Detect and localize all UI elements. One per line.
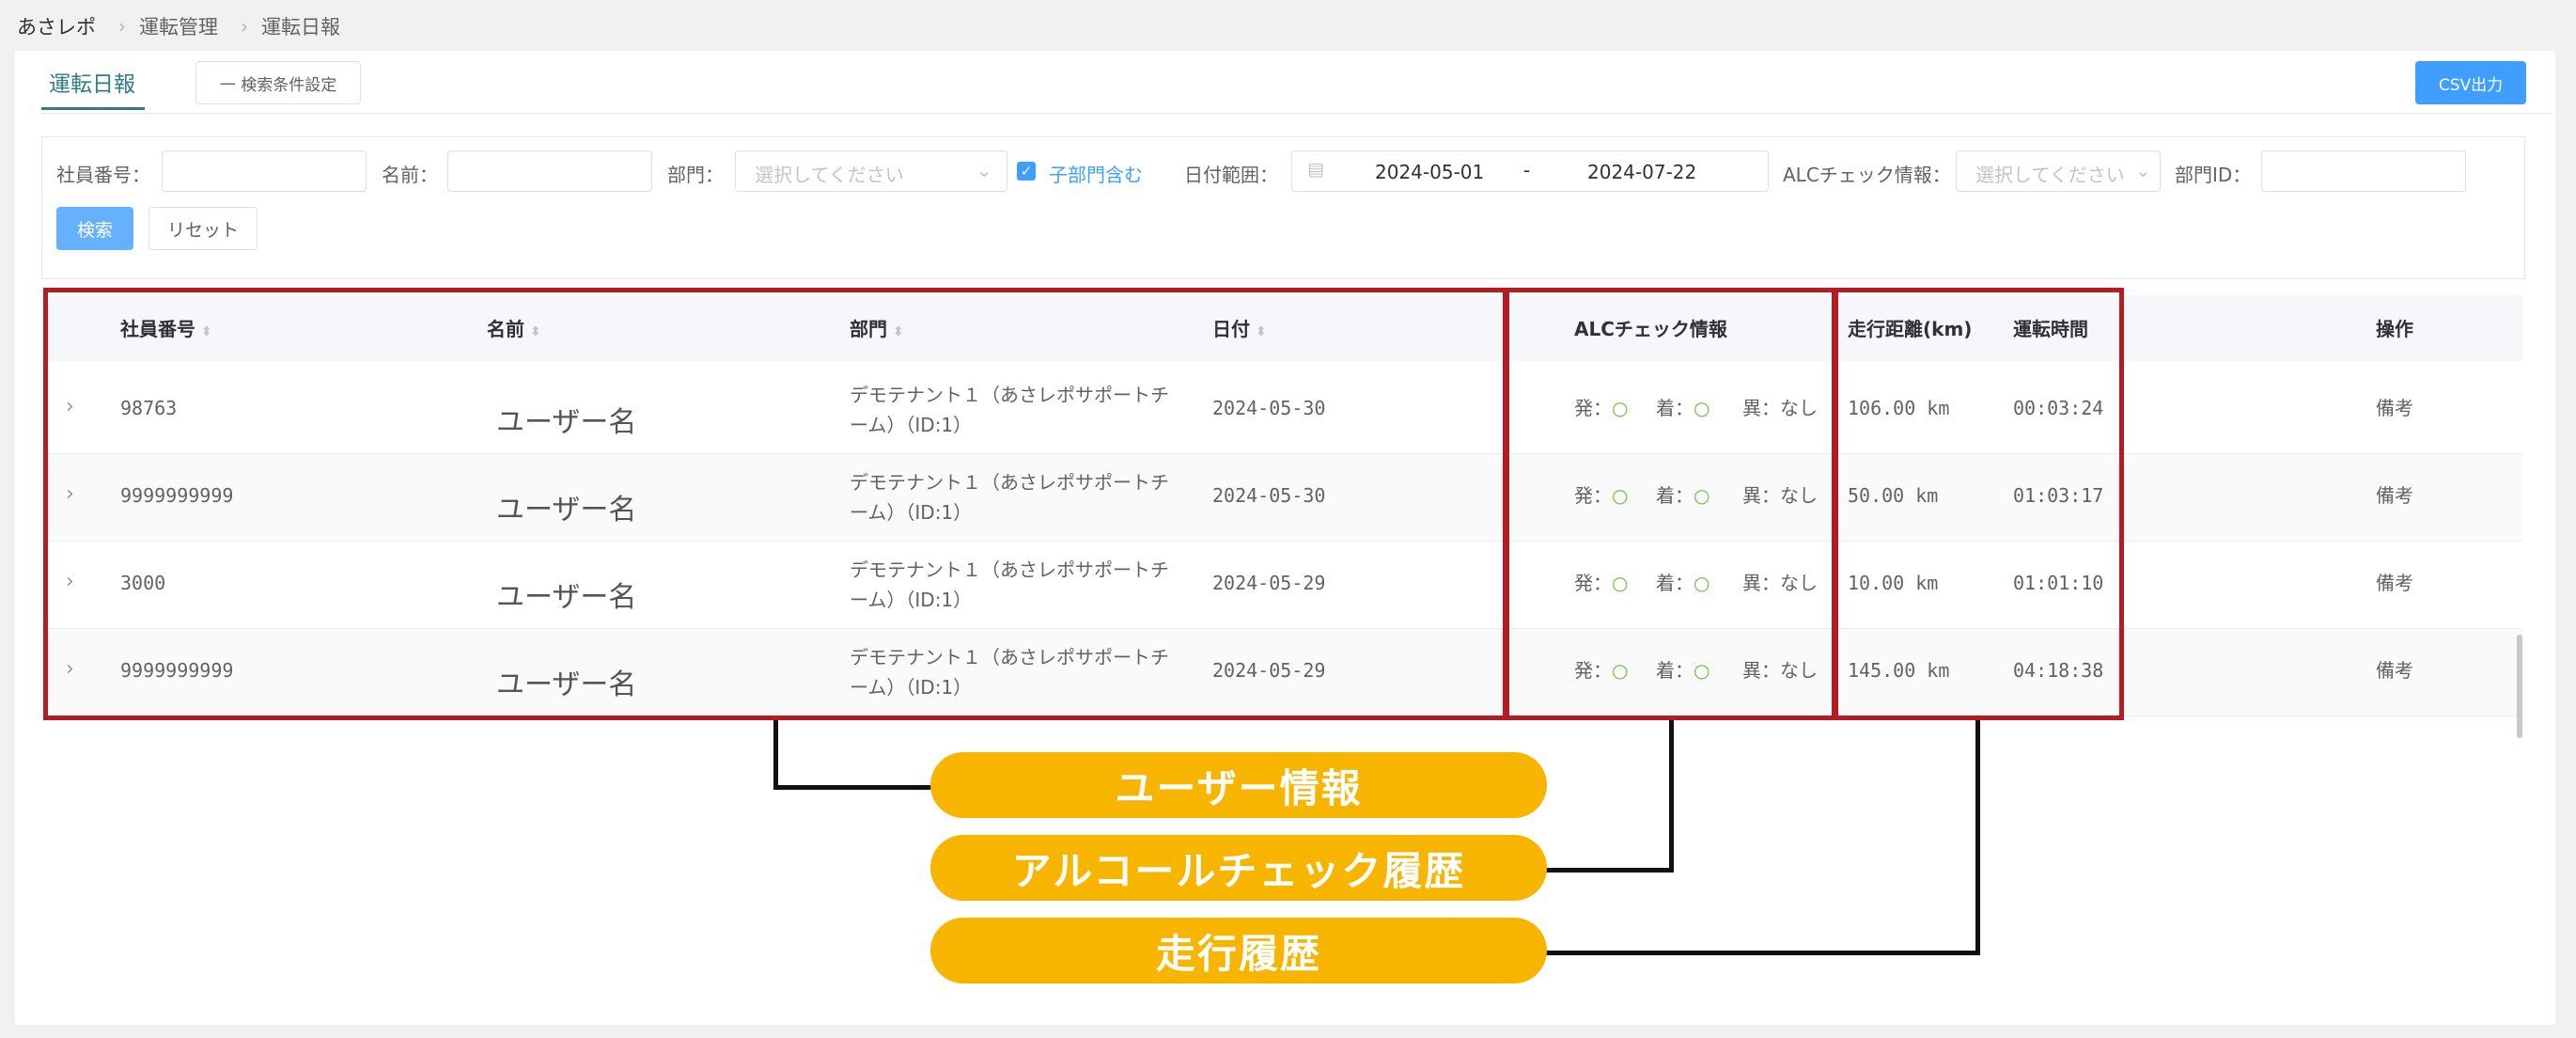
search-settings-button[interactable]: 一 検索条件設定 [195, 61, 361, 104]
note-link[interactable]: 備考 [2376, 568, 2413, 598]
highlight-user-info [43, 288, 1509, 720]
dept-select[interactable]: 選択してください ⌄ [735, 150, 1007, 192]
name-label: 名前： [382, 164, 438, 186]
breadcrumb-item-daily-report: 運転日報 [261, 16, 340, 39]
dept-label: 部門： [667, 164, 724, 186]
breadcrumb-item-home[interactable]: あさレポ [17, 12, 96, 40]
callout-alc-history: アルコールチェック履歴 [930, 835, 1547, 901]
calendar-icon: ▤ [1307, 159, 1324, 180]
connector-line [1669, 720, 1674, 873]
date-range-separator: - [1523, 159, 1531, 181]
date-range-picker[interactable]: ▤ 2024-05-01 - 2024-07-22 [1291, 150, 1769, 192]
check-icon: ✓ [1020, 163, 1033, 180]
chevron-down-icon: ⌄ [2131, 159, 2151, 181]
note-link[interactable]: 備考 [2376, 393, 2413, 423]
reset-button[interactable]: リセット [148, 207, 258, 250]
connector-line [1541, 868, 1674, 873]
alc-select[interactable]: 選択してください ⌄ [1956, 150, 2161, 192]
col-actions: 操作 [2376, 318, 2413, 340]
note-link[interactable]: 備考 [2376, 655, 2413, 685]
callout-drive-history: 走行履歴 [930, 918, 1547, 983]
note-link[interactable]: 備考 [2376, 480, 2413, 511]
callout-user-info: ユーザー情報 [930, 752, 1547, 818]
tab-active-indicator [41, 107, 145, 110]
breadcrumb: あさレポ › 運転管理 › 運転日報 [17, 9, 340, 43]
alc-label: ALCチェック情報： [1783, 164, 1951, 186]
include-sub-label[interactable]: 子部門含む [1049, 160, 1143, 187]
alc-placeholder: 選択してください [1975, 164, 2125, 186]
tab-daily-report[interactable]: 運転日報 [49, 66, 135, 98]
dept-id-label: 部門ID： [2175, 164, 2252, 186]
employee-no-input[interactable] [162, 150, 367, 192]
search-button[interactable]: 検索 [56, 207, 133, 250]
table-scrollbar[interactable] [2517, 635, 2522, 738]
chevron-right-icon: › [118, 15, 126, 38]
tabs-divider [41, 113, 2551, 114]
chevron-right-icon: › [241, 15, 248, 38]
date-end[interactable]: 2024-07-22 [1587, 161, 1696, 183]
connector-line [773, 785, 933, 790]
date-range-label: 日付範囲： [1184, 164, 1278, 186]
date-start[interactable]: 2024-05-01 [1375, 161, 1484, 183]
connector-line [773, 720, 778, 790]
csv-export-button[interactable]: CSV出力 [2415, 61, 2526, 104]
highlight-alc-history [1503, 288, 1838, 720]
connector-line [1541, 951, 1980, 955]
dept-placeholder: 選択してください [755, 164, 904, 186]
breadcrumb-item-operation[interactable]: 運転管理 [139, 12, 218, 40]
chevron-down-icon: ⌄ [976, 159, 992, 181]
highlight-drive-history [1832, 288, 2124, 720]
include-sub-checkbox[interactable]: ✓ [1017, 162, 1036, 181]
connector-line [1975, 720, 1980, 955]
employee-no-label: 社員番号： [56, 164, 150, 186]
name-input[interactable] [447, 150, 652, 192]
dept-id-input[interactable] [2261, 150, 2466, 192]
